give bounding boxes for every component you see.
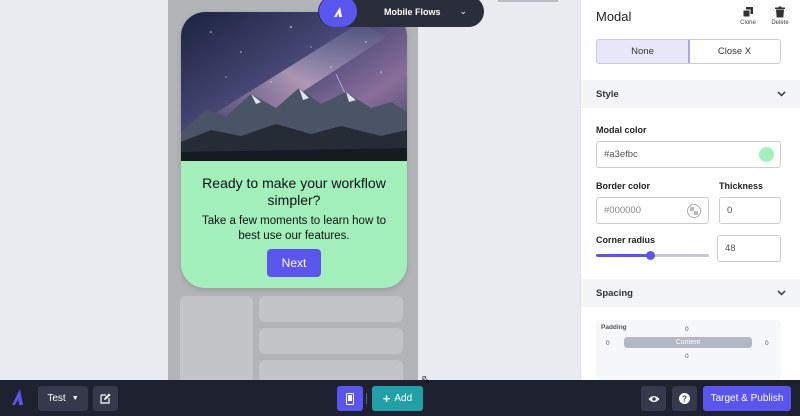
border-color-placeholder: #000000 <box>604 205 641 216</box>
corner-radius-slider[interactable] <box>596 251 709 260</box>
flow-name-label: Test <box>47 393 66 404</box>
style-section-header[interactable]: Style <box>581 80 800 108</box>
slider-fill <box>596 254 651 257</box>
thickness-label: Thickness <box>719 181 764 191</box>
modal-body-text: Take a few moments to learn how to best … <box>201 215 387 242</box>
plus-icon: + <box>382 391 391 406</box>
logo-icon <box>319 0 357 27</box>
properties-panel: Modal Clone Delete None Close X Style Mo… <box>580 0 800 380</box>
padding-content-box: Content <box>624 337 752 348</box>
padding-left-value[interactable]: 0 <box>606 340 610 347</box>
svg-text:?: ? <box>682 395 687 404</box>
chevron-down-icon <box>777 290 786 296</box>
edit-button[interactable] <box>93 386 118 411</box>
edit-icon <box>100 393 111 404</box>
trash-icon <box>775 6 785 18</box>
chevron-down-icon <box>777 91 786 97</box>
skeleton-block <box>259 296 403 322</box>
add-button[interactable]: + Add <box>372 386 423 411</box>
mobile-view-button[interactable] <box>337 386 363 411</box>
border-color-label: Border color <box>596 181 651 191</box>
delete-label: Delete <box>771 20 789 26</box>
skeleton-block <box>259 360 403 380</box>
help-icon: ? <box>679 393 690 404</box>
color-swatch[interactable] <box>759 147 774 162</box>
padding-top-value[interactable]: 0 <box>685 326 689 333</box>
style-section-title: Style <box>596 88 619 100</box>
modal-preview[interactable]: Ready to make your workflow simpler? Tak… <box>181 12 407 288</box>
target-publish-button[interactable]: Target & Publish <box>703 386 791 411</box>
logo-icon[interactable] <box>10 388 26 406</box>
flow-selector-label: Mobile Flows <box>384 6 441 17</box>
eye-icon <box>648 395 659 402</box>
flow-name-dropdown[interactable]: Test ▼ <box>38 386 88 411</box>
delete-button[interactable]: Delete <box>767 6 793 26</box>
border-color-field[interactable]: #000000 <box>596 197 709 224</box>
caret-down-icon: ▼ <box>71 395 79 402</box>
padding-right-value[interactable]: 0 <box>765 340 769 347</box>
flow-selector-dropdown[interactable]: Mobile Flows ⌄ <box>318 0 484 27</box>
close-option-toggle: None Close X <box>596 39 781 64</box>
clone-label: Clone <box>740 20 756 26</box>
next-button[interactable]: Next <box>267 249 321 277</box>
modal-title: Ready to make your workflow simpler? <box>202 175 386 208</box>
padding-editor: Padding 0 0 0 0 Content <box>596 320 781 380</box>
padding-label: Padding <box>601 324 627 331</box>
close-option-close-x[interactable]: Close X <box>689 40 780 63</box>
skeleton-block <box>259 328 403 354</box>
help-button[interactable]: ? <box>672 386 697 411</box>
spacing-section-header[interactable]: Spacing <box>581 279 800 307</box>
thickness-input[interactable]: 0 <box>719 197 781 224</box>
panel-title: Modal <box>596 9 632 24</box>
close-option-none[interactable]: None <box>597 40 690 63</box>
preview-button[interactable] <box>641 386 666 411</box>
padding-bottom-value[interactable]: 0 <box>685 353 689 360</box>
builder-canvas: Ready to make your workflow simpler? Tak… <box>0 0 580 380</box>
mountain-night-image <box>181 12 407 161</box>
mobile-icon <box>346 392 354 405</box>
spacing-section-title: Spacing <box>596 287 633 299</box>
modal-color-value: #a3efbc <box>604 149 638 160</box>
corner-radius-input[interactable]: 48 <box>717 235 781 262</box>
chevron-down-icon: ⌄ <box>459 6 468 16</box>
transparent-swatch-icon[interactable] <box>687 204 701 218</box>
add-label: Add <box>394 393 413 404</box>
divider <box>498 0 558 2</box>
modal-color-field[interactable]: #a3efbc <box>596 141 781 168</box>
bottom-toolbar: Test ▼ + Add ? Target & Publish <box>0 380 800 416</box>
modal-color-label: Modal color <box>596 125 647 135</box>
skeleton-block <box>180 296 253 380</box>
corner-radius-label: Corner radius <box>596 235 656 245</box>
mouse-cursor-icon: ⬁ <box>421 374 431 386</box>
slider-handle[interactable] <box>645 251 655 260</box>
divider <box>366 393 367 404</box>
clone-icon <box>743 7 753 18</box>
clone-button[interactable]: Clone <box>735 6 761 26</box>
